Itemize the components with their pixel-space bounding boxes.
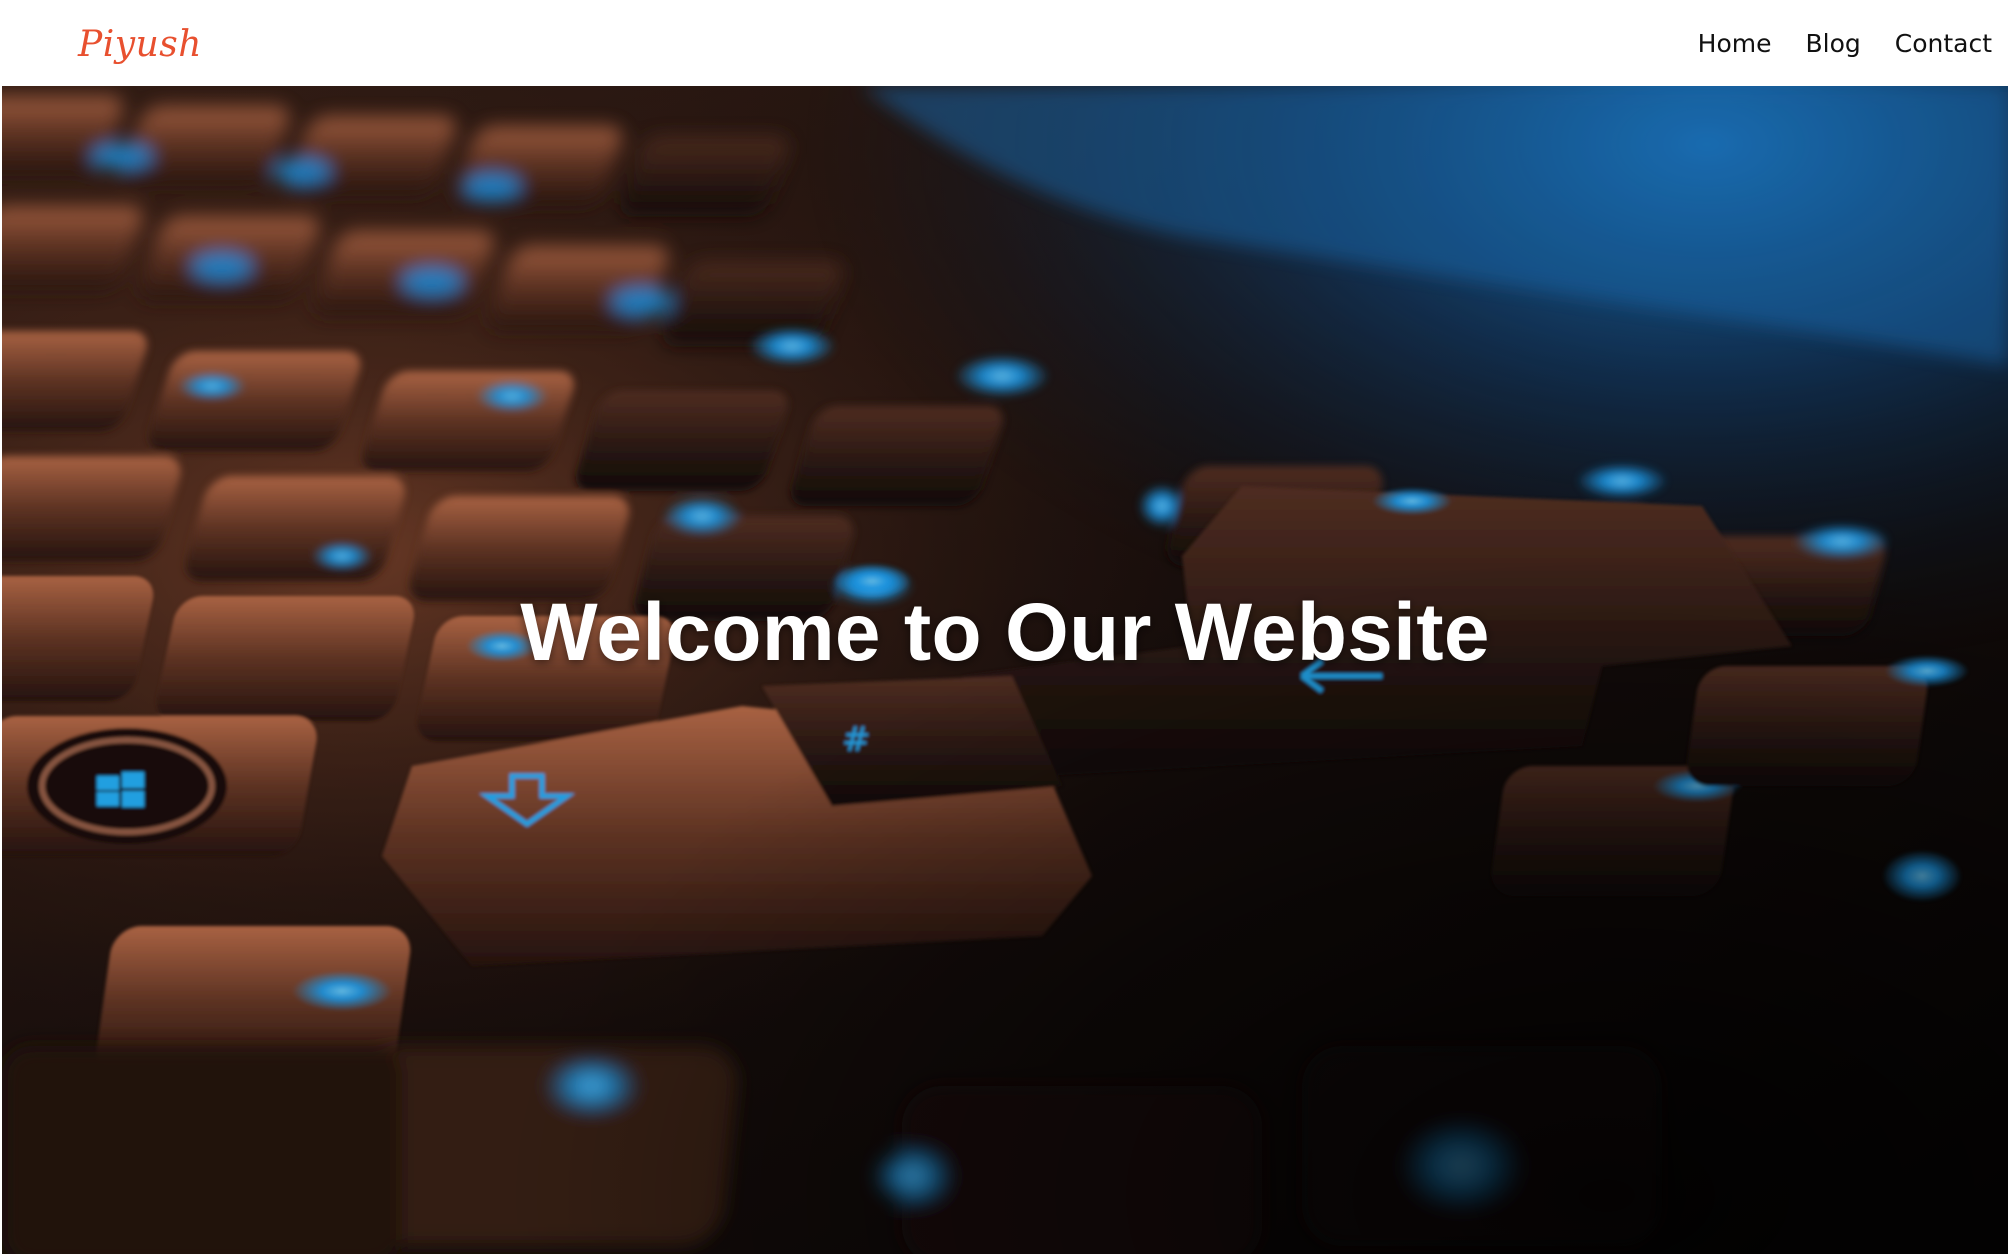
nav-menu: Home Blog Contact (1698, 29, 1992, 58)
nav-link-home[interactable]: Home (1698, 29, 1772, 58)
hero-section: # (2, 86, 2008, 1254)
nav-item-contact: Contact (1895, 29, 1992, 58)
navbar: Piyush Home Blog Contact (0, 0, 2010, 86)
nav-link-blog[interactable]: Blog (1805, 29, 1860, 58)
nav-link-contact[interactable]: Contact (1895, 29, 1992, 58)
hero-title: Welcome to Our Website (520, 587, 1490, 678)
nav-item-blog: Blog (1805, 29, 1860, 58)
page: Piyush Home Blog Contact Welcome to Our … (0, 0, 2010, 1254)
nav-item-home: Home (1698, 29, 1772, 58)
brand-logo[interactable]: Piyush (78, 24, 202, 65)
